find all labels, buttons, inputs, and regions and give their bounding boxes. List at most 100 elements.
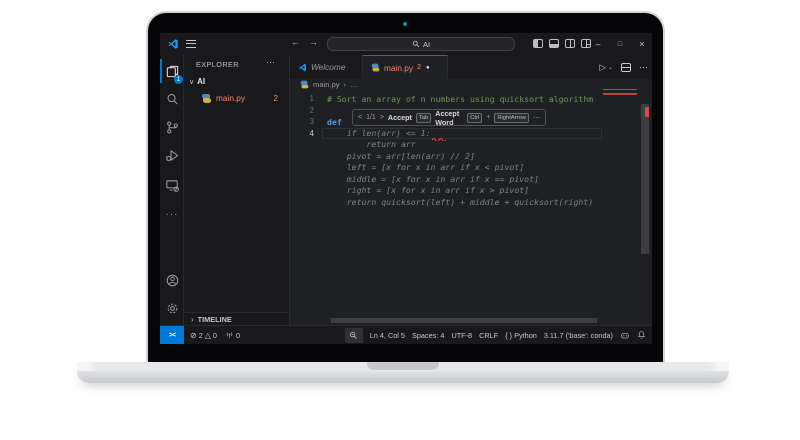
code-line-1: 1 # Sort an array of n numbers using qui… [290, 93, 620, 105]
run-debug-icon [165, 148, 180, 163]
ghost-line: middle = [x for x in arr if x == pivot] [327, 174, 539, 186]
ctrl-key-hint: Ctrl [467, 113, 482, 123]
chevron-right-icon: › [191, 315, 194, 324]
toggle-panel-icon[interactable] [549, 39, 559, 48]
ghost-line: if len(arr) <= 1: [327, 128, 431, 140]
language-status[interactable]: { } Python [505, 331, 537, 340]
search-text: AI [423, 40, 430, 49]
gear-icon [165, 301, 180, 316]
vscode-tab-icon [298, 63, 307, 72]
error-squiggle [432, 137, 446, 141]
title-bar: ← → AI – □ × [160, 33, 652, 55]
remote-icon: >< [169, 332, 175, 339]
vertical-scrollbar[interactable] [641, 104, 649, 254]
accept-button[interactable]: Accept [388, 113, 412, 122]
more-icon: ··· [166, 209, 179, 220]
run-file-button[interactable]: ▷ [599, 62, 606, 73]
eol-status[interactable]: CRLF [479, 331, 498, 340]
plus-sign: + [486, 114, 490, 121]
status-right: Ln 4, Col 5 Spaces: 4 UTF-8 CRLF { } Pyt… [345, 326, 646, 344]
timeline-section[interactable]: › TIMELINE [184, 312, 290, 325]
indentation-status[interactable]: Spaces: 4 [412, 331, 444, 340]
line-number: 3 [290, 117, 314, 126]
breadcrumb-more: … [350, 80, 358, 89]
explorer-section-ai[interactable]: ∨ AI [189, 77, 205, 86]
webcam-dot [403, 22, 407, 26]
tab-mainpy[interactable]: main.py 2 ● [363, 55, 448, 79]
ghost-line: return arr [327, 139, 416, 151]
explorer-file-mainpy[interactable]: main.py 2 [184, 91, 290, 105]
braces-icon: { } [505, 331, 512, 340]
rightarrow-key-hint: RightArrow [494, 113, 529, 123]
accept-word-button[interactable]: Accept Word [435, 109, 463, 127]
breadcrumb[interactable]: main.py › … [290, 79, 590, 90]
python-file-icon [372, 64, 380, 72]
laptop-base [77, 362, 729, 383]
python-file-icon [202, 94, 211, 103]
menu-icon[interactable] [186, 40, 196, 48]
notifications-bell-icon[interactable] [637, 330, 646, 340]
vscode-logo-icon [167, 38, 179, 50]
timeline-label: TIMELINE [198, 315, 232, 324]
activity-run-debug-button[interactable] [160, 143, 184, 167]
command-center-search[interactable]: AI [327, 37, 515, 51]
run-dropdown-icon[interactable]: ⌄ [608, 64, 613, 71]
suggestion-next-icon[interactable]: > [380, 114, 384, 121]
ghost-line: left = [x for x in arr if x < pivot] [327, 162, 524, 174]
base-notch [367, 362, 439, 370]
suggestion-more-icon[interactable]: ⋯ [533, 114, 540, 122]
breadcrumb-separator: › [344, 80, 347, 89]
encoding-status[interactable]: UTF-8 [451, 331, 472, 340]
split-editor-icon[interactable] [621, 63, 631, 72]
activity-more-button[interactable]: ··· [160, 202, 184, 226]
layout-controls [533, 39, 591, 48]
section-label: AI [197, 77, 205, 86]
status-left: ⊘ 2 △ 0 0 [190, 326, 240, 344]
nav-back-icon[interactable]: ← [291, 37, 300, 47]
chevron-down-icon: ∨ [189, 78, 194, 86]
file-name: main.py [216, 93, 245, 103]
line-number: 2 [290, 106, 314, 115]
ports-count: 0 [236, 331, 240, 340]
maximize-button[interactable]: □ [612, 33, 628, 55]
activity-source-control-button[interactable] [160, 115, 184, 139]
python-file-icon [301, 81, 309, 89]
nav-forward-icon[interactable]: → [309, 37, 318, 47]
problems-status[interactable]: ⊘ 2 △ 0 [190, 331, 217, 340]
remote-explorer-icon [165, 178, 180, 193]
activity-remote-explorer-button[interactable] [160, 173, 184, 197]
code-area[interactable]: 1 # Sort an array of n numbers using qui… [290, 90, 652, 325]
interpreter-status[interactable]: 3.11.7 ('base': conda) [544, 331, 613, 340]
activity-accounts-button[interactable] [160, 268, 184, 292]
tab-bar: Welcome main.py 2 ● ▷ ⌄ ⋯ [290, 55, 652, 79]
inline-suggestion-toolbar: < 1/1 > Accept Tab Accept Word Ctrl + Ri… [352, 109, 546, 126]
tab-key-hint: Tab [416, 113, 431, 123]
breadcrumb-file: main.py [313, 80, 340, 89]
overview-error-marker [645, 107, 649, 117]
error-icon: ⊘ [190, 331, 197, 340]
ports-status[interactable]: 0 [225, 331, 240, 340]
editor-more-icon[interactable]: ⋯ [639, 62, 648, 73]
close-button[interactable]: × [634, 33, 650, 55]
zoom-indicator[interactable] [345, 328, 363, 343]
modified-dot-icon[interactable]: ● [426, 65, 430, 71]
suggestion-prev-icon[interactable]: < [358, 114, 362, 121]
remote-indicator[interactable]: >< [160, 326, 184, 344]
toggle-secondary-sidebar-icon[interactable] [565, 39, 575, 48]
minimize-button[interactable]: – [590, 33, 606, 55]
cursor-position[interactable]: Ln 4, Col 5 [370, 331, 405, 340]
activity-search-button[interactable] [160, 87, 184, 111]
explorer-more-icon[interactable]: ⋯ [266, 57, 275, 68]
activity-manage-button[interactable] [160, 296, 184, 320]
sidebar-explorer: EXPLORER ⋯ ∨ AI main.py 2 › TIMELINE [184, 55, 290, 325]
tab-welcome[interactable]: Welcome [290, 55, 363, 79]
activity-search-icon [165, 92, 180, 107]
activity-explorer-button[interactable]: 1 [160, 59, 184, 83]
line-number: 1 [290, 94, 314, 103]
horizontal-scrollbar[interactable] [331, 318, 597, 323]
activity-bar: 1 [160, 55, 184, 325]
copilot-icon[interactable] [620, 331, 630, 340]
toggle-sidebar-icon[interactable] [533, 39, 543, 48]
warning-icon: △ [205, 331, 211, 340]
vscode-window: ← → AI – □ × [160, 33, 652, 344]
